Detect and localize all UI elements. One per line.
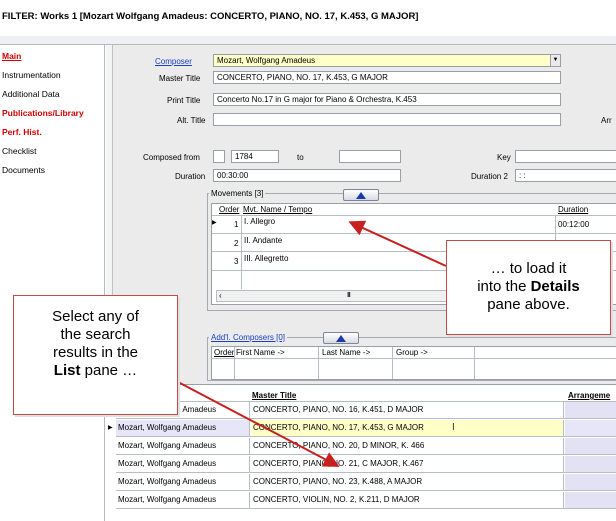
callout-details-line2-bold: Details (530, 278, 580, 295)
arrow-to-list (177, 381, 340, 467)
callout-list-line4-rest: pane … (80, 362, 138, 379)
callout-list-line4: List pane … (14, 362, 177, 380)
callout-list: Select any of the search results in the … (13, 295, 178, 415)
callout-list-line3: results in the (52, 344, 139, 361)
callout-details-line1: … to load it (490, 260, 567, 277)
callout-details-line2: into the Details (447, 278, 610, 296)
callout-details: … to load it into the Details pane above… (446, 240, 611, 335)
callout-list-line4-bold: List (53, 362, 81, 379)
arrow-to-details (348, 220, 447, 267)
callout-details-line3: pane above. (487, 296, 570, 313)
callout-list-line1: Select any of (52, 308, 139, 325)
callout-details-line2-pre: into the (477, 278, 531, 295)
callout-list-line2: the search (60, 326, 131, 343)
